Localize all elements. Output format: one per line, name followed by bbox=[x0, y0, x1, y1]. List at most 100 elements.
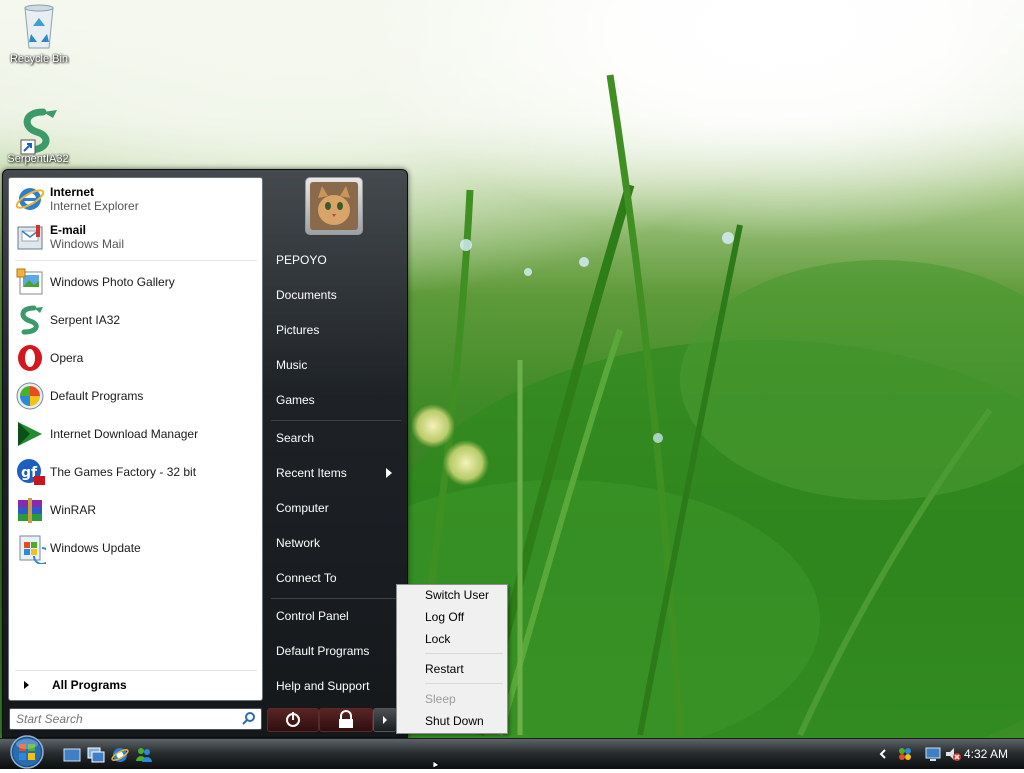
help-support-label: Help and Support bbox=[276, 679, 370, 693]
start-button[interactable] bbox=[6, 734, 48, 770]
search-label: Search bbox=[276, 431, 315, 445]
right-separator-2 bbox=[271, 598, 401, 599]
right-separator-1 bbox=[271, 420, 401, 421]
recent-items-link[interactable]: Recent Items bbox=[276, 461, 402, 485]
serpent-desktop-icon[interactable]: SerpentIA32 bbox=[0, 106, 76, 165]
restart-label: Restart bbox=[425, 662, 464, 676]
pinned-internet-subtitle: Internet Explorer bbox=[50, 199, 139, 213]
power-button[interactable] bbox=[267, 708, 319, 732]
recent-winrar-label: WinRAR bbox=[50, 503, 97, 517]
messenger-icon[interactable] bbox=[134, 745, 154, 765]
recent-windows-update-label: Windows Update bbox=[50, 541, 141, 555]
start-search-box[interactable] bbox=[9, 708, 262, 730]
programs-pane: Internet Internet Explorer E-mail Window… bbox=[8, 177, 263, 701]
user-name-label: PEPOYO bbox=[276, 253, 327, 267]
all-programs-label: All Programs bbox=[52, 678, 127, 692]
recent-default-programs-label: Default Programs bbox=[50, 389, 144, 403]
recent-games-factory[interactable]: gf The Games Factory - 32 bit bbox=[14, 454, 258, 490]
control-panel-link[interactable]: Control Panel bbox=[276, 604, 402, 628]
recycle-bin-desktop-icon[interactable]: Recycle Bin bbox=[1, 2, 77, 65]
recent-photo-gallery[interactable]: Windows Photo Gallery bbox=[14, 264, 258, 300]
restart-item[interactable]: Restart bbox=[425, 659, 464, 679]
show-desktop-icon[interactable] bbox=[62, 745, 82, 765]
pinned-separator bbox=[15, 260, 257, 261]
music-link[interactable]: Music bbox=[276, 353, 402, 377]
network-tray-icon[interactable] bbox=[896, 745, 914, 763]
pinned-email-title: E-mail bbox=[50, 223, 87, 237]
search-link[interactable]: Search bbox=[276, 426, 402, 450]
lock-icon bbox=[339, 710, 353, 728]
pinned-email[interactable]: E-mail Windows Mail bbox=[14, 219, 258, 255]
default-programs-link[interactable]: Default Programs bbox=[276, 639, 402, 663]
documents-link[interactable]: Documents bbox=[276, 283, 402, 307]
serpent-desktop-label: SerpentIA32 bbox=[7, 153, 69, 165]
volume-muted-icon[interactable] bbox=[944, 745, 962, 763]
pinned-email-subtitle: Windows Mail bbox=[50, 237, 125, 251]
recent-games-factory-label: The Games Factory - 32 bit bbox=[50, 465, 197, 479]
games-factory-icon: gf bbox=[17, 459, 45, 485]
switch-user-item[interactable]: Switch User bbox=[425, 585, 489, 605]
pinned-internet[interactable]: Internet Internet Explorer bbox=[14, 181, 258, 217]
recent-default-programs[interactable]: Default Programs bbox=[14, 378, 258, 414]
all-programs-separator bbox=[15, 670, 257, 671]
recent-winrar[interactable]: WinRAR bbox=[14, 492, 258, 528]
clock[interactable]: 4:32 AM bbox=[964, 747, 1008, 761]
lock-button[interactable] bbox=[319, 708, 373, 732]
shut-down-item[interactable]: Shut Down bbox=[425, 711, 484, 731]
cat-avatar-image bbox=[310, 182, 358, 230]
default-programs-label: Default Programs bbox=[276, 644, 370, 658]
arrow-right-icon bbox=[386, 468, 392, 478]
internet-explorer-icon[interactable] bbox=[110, 745, 130, 765]
pictures-label: Pictures bbox=[276, 323, 320, 337]
recent-opera-label: Opera bbox=[50, 351, 84, 365]
arrow-right-icon bbox=[24, 681, 29, 689]
serpent-icon bbox=[20, 305, 43, 335]
power-options-arrow-button[interactable] bbox=[373, 708, 397, 732]
pictures-link[interactable]: Pictures bbox=[276, 318, 402, 342]
start-search-input[interactable] bbox=[14, 709, 238, 729]
recent-items-label: Recent Items bbox=[276, 466, 347, 480]
switch-windows-icon[interactable] bbox=[86, 745, 106, 765]
log-off-item[interactable]: Log Off bbox=[425, 607, 464, 627]
recent-serpent[interactable]: Serpent IA32 bbox=[14, 302, 258, 338]
help-support-link[interactable]: Help and Support bbox=[276, 674, 402, 698]
recent-windows-update[interactable]: Windows Update bbox=[14, 530, 258, 566]
recent-download-manager[interactable]: Internet Download Manager bbox=[14, 416, 258, 452]
quick-launch-bar bbox=[62, 745, 154, 765]
power-menu-separator-2 bbox=[425, 683, 503, 684]
system-tray: 4:32 AM bbox=[870, 741, 1024, 767]
windows-orb-icon bbox=[10, 735, 44, 769]
default-programs-icon bbox=[16, 382, 44, 410]
all-programs-button[interactable]: All Programs bbox=[14, 674, 258, 696]
windows-update-icon bbox=[19, 535, 46, 564]
windows-mail-icon bbox=[17, 225, 43, 250]
chevron-left-icon[interactable] bbox=[876, 747, 890, 761]
power-options-menu: Switch User Log Off Lock Restart Sleep S… bbox=[396, 584, 508, 734]
network-link[interactable]: Network bbox=[276, 531, 402, 555]
user-folder-link[interactable]: PEPOYO bbox=[276, 248, 402, 272]
sleep-item: Sleep bbox=[425, 689, 456, 709]
recent-download-manager-label: Internet Download Manager bbox=[50, 427, 199, 441]
computer-label: Computer bbox=[276, 501, 329, 515]
music-label: Music bbox=[276, 358, 308, 372]
documents-label: Documents bbox=[276, 288, 337, 302]
network-label: Network bbox=[276, 536, 321, 550]
connect-to-link[interactable]: Connect To bbox=[276, 566, 402, 590]
display-tray-icon[interactable] bbox=[924, 745, 942, 763]
connect-to-label: Connect To bbox=[276, 571, 337, 585]
switch-user-label: Switch User bbox=[425, 588, 490, 602]
computer-link[interactable]: Computer bbox=[276, 496, 402, 520]
download-manager-icon bbox=[18, 422, 42, 446]
lock-label: Lock bbox=[425, 632, 451, 646]
lock-item[interactable]: Lock bbox=[425, 629, 450, 649]
recent-opera[interactable]: Opera bbox=[14, 340, 258, 376]
shut-down-label: Shut Down bbox=[425, 714, 484, 728]
search-icon[interactable] bbox=[242, 711, 256, 725]
photo-gallery-icon bbox=[16, 268, 43, 295]
games-link[interactable]: Games bbox=[276, 388, 402, 412]
taskbar: 4:32 AM bbox=[0, 735, 1024, 769]
recycle-bin-label: Recycle Bin bbox=[9, 53, 69, 65]
opera-icon bbox=[18, 345, 42, 371]
power-menu-separator-1 bbox=[425, 653, 503, 654]
user-avatar[interactable] bbox=[305, 177, 363, 235]
